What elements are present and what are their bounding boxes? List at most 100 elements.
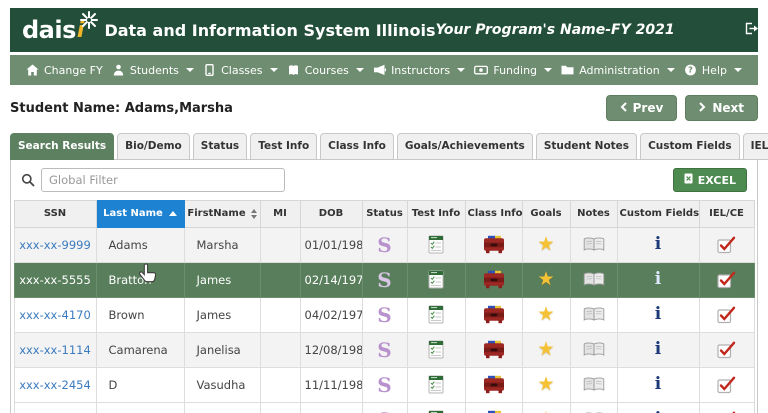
- cell-goals[interactable]: ★: [521, 366, 571, 403]
- cell-custom-fields[interactable]: i: [616, 261, 700, 298]
- cell-iel-ce[interactable]: [698, 366, 755, 403]
- cell-test-info[interactable]: [406, 296, 466, 333]
- status-s-icon[interactable]: S: [377, 340, 391, 360]
- status-s-icon[interactable]: S: [377, 375, 391, 395]
- tab-student-notes[interactable]: Student Notes: [535, 133, 638, 160]
- cell-class-info[interactable]: [464, 401, 523, 413]
- notes-open-book-icon[interactable]: [583, 377, 605, 392]
- cell-iel-ce[interactable]: [698, 401, 755, 413]
- column-header-goals[interactable]: Goals: [521, 200, 571, 228]
- column-header-test-info[interactable]: Test Info: [406, 200, 466, 228]
- cell-status[interactable]: S: [361, 331, 408, 368]
- student-row-d[interactable]: xxx-xx-2454 DVasudha 11/11/1987 S ★ i: [13, 366, 755, 403]
- info-i-icon[interactable]: i: [655, 236, 661, 253]
- tab-goals-achievements[interactable]: Goals/Achievements: [396, 133, 533, 160]
- tab-test-info[interactable]: Test Info: [250, 133, 318, 160]
- cell-goals[interactable]: ★: [521, 261, 571, 298]
- global-filter-input[interactable]: [41, 168, 285, 192]
- ssn-link[interactable]: xxx-xx-5555: [19, 273, 91, 287]
- cell-test-info[interactable]: [406, 261, 466, 298]
- status-s-icon[interactable]: S: [377, 270, 391, 290]
- goal-star-icon[interactable]: ★: [537, 270, 554, 289]
- column-header-firstname[interactable]: FirstName: [183, 200, 261, 228]
- nav-item-administration[interactable]: Administration: [561, 64, 675, 77]
- student-row-camarena[interactable]: xxx-xx-1114 CamarenaJanelisa 12/08/1986 S ★ i: [13, 331, 755, 368]
- cell-custom-fields[interactable]: i: [616, 401, 700, 413]
- cell-test-info[interactable]: [406, 366, 466, 403]
- prev-button[interactable]: Prev: [605, 95, 678, 121]
- notes-open-book-icon[interactable]: [583, 272, 605, 287]
- cell-notes[interactable]: [569, 296, 618, 333]
- column-header-ssn[interactable]: SSN: [13, 200, 97, 228]
- test-info-clipboard-icon[interactable]: [428, 305, 444, 324]
- student-row[interactable]: S ★ i: [13, 401, 755, 413]
- cell-iel-ce[interactable]: [698, 226, 755, 263]
- ssn-link[interactable]: xxx-xx-2454: [19, 378, 91, 392]
- red-check-icon[interactable]: [717, 271, 736, 289]
- nav-item-courses[interactable]: Courses: [287, 64, 364, 77]
- red-check-icon[interactable]: [717, 341, 736, 359]
- excel-export-button[interactable]: EXCEL: [672, 168, 747, 192]
- student-row-brown[interactable]: xxx-xx-4170 BrownJames 04/02/1975 S ★ i: [13, 296, 755, 333]
- cell-test-info[interactable]: [406, 226, 466, 263]
- cell-test-info[interactable]: [406, 331, 466, 368]
- cell-status[interactable]: S: [361, 366, 408, 403]
- goal-star-icon[interactable]: ★: [537, 340, 554, 359]
- goal-star-icon[interactable]: ★: [537, 305, 554, 324]
- cell-iel-ce[interactable]: [698, 261, 755, 298]
- column-header-iel-ce[interactable]: IEL/CE: [698, 200, 755, 228]
- ssn-link[interactable]: xxx-xx-1114: [19, 343, 91, 357]
- cell-status[interactable]: S: [361, 296, 408, 333]
- cell-test-info[interactable]: [406, 401, 466, 413]
- cell-notes[interactable]: [569, 401, 618, 413]
- red-check-icon[interactable]: [717, 306, 736, 324]
- cell-notes[interactable]: [569, 226, 618, 263]
- goal-star-icon[interactable]: ★: [537, 235, 554, 254]
- cell-ssn[interactable]: [13, 401, 97, 413]
- cell-status[interactable]: S: [361, 261, 408, 298]
- class-info-desk-icon[interactable]: [482, 270, 506, 289]
- class-info-desk-icon[interactable]: [482, 340, 506, 359]
- red-check-icon[interactable]: [717, 376, 736, 394]
- column-header-custom-fields[interactable]: Custom Fields: [616, 200, 700, 228]
- cell-ssn[interactable]: xxx-xx-4170: [13, 296, 97, 333]
- column-header-notes[interactable]: Notes: [569, 200, 618, 228]
- column-header-mi[interactable]: MI: [259, 200, 301, 228]
- student-row-adams[interactable]: xxx-xx-9999 AdamsMarsha 01/01/1980 S ★ i: [13, 226, 755, 263]
- cell-custom-fields[interactable]: i: [616, 366, 700, 403]
- test-info-clipboard-icon[interactable]: [428, 235, 444, 254]
- class-info-desk-icon[interactable]: [482, 305, 506, 324]
- nav-item-help[interactable]: ? Help: [684, 64, 742, 77]
- cell-class-info[interactable]: [464, 226, 523, 263]
- cell-goals[interactable]: ★: [521, 296, 571, 333]
- nav-item-students[interactable]: Students: [112, 64, 194, 77]
- student-row-bratton[interactable]: xxx-xx-5555 BrattonJames 02/14/1970 S ★ i: [13, 261, 755, 298]
- cell-ssn[interactable]: xxx-xx-2454: [13, 366, 97, 403]
- ssn-link[interactable]: xxx-xx-4170: [19, 308, 91, 322]
- nav-item-instructors[interactable]: Instructors: [373, 64, 466, 77]
- cell-iel-ce[interactable]: [698, 331, 755, 368]
- column-header-dob[interactable]: DOB: [299, 200, 363, 228]
- notes-open-book-icon[interactable]: [583, 307, 605, 322]
- nav-item-change-fy[interactable]: Change FY: [26, 64, 103, 77]
- info-i-icon[interactable]: i: [655, 271, 661, 288]
- notes-open-book-icon[interactable]: [583, 237, 605, 252]
- cell-ssn[interactable]: xxx-xx-5555: [13, 261, 97, 298]
- cell-goals[interactable]: ★: [521, 226, 571, 263]
- tab-iel-ce[interactable]: IEL/CE: [742, 133, 768, 160]
- info-i-icon[interactable]: i: [655, 376, 661, 393]
- nav-item-funding[interactable]: Funding: [474, 64, 553, 77]
- ssn-link[interactable]: xxx-xx-9999: [19, 238, 91, 252]
- cell-iel-ce[interactable]: [698, 296, 755, 333]
- class-info-desk-icon[interactable]: [482, 375, 506, 394]
- tab-search-results[interactable]: Search Results: [10, 133, 115, 160]
- status-s-icon[interactable]: S: [377, 410, 391, 413]
- cell-class-info[interactable]: [464, 296, 523, 333]
- cell-class-info[interactable]: [464, 366, 523, 403]
- class-info-desk-icon[interactable]: [482, 235, 506, 254]
- tab-class-info[interactable]: Class Info: [320, 133, 394, 160]
- status-s-icon[interactable]: S: [377, 305, 391, 325]
- column-header-status[interactable]: Status: [361, 200, 408, 228]
- cell-status[interactable]: S: [361, 226, 408, 263]
- notes-open-book-icon[interactable]: [583, 342, 605, 357]
